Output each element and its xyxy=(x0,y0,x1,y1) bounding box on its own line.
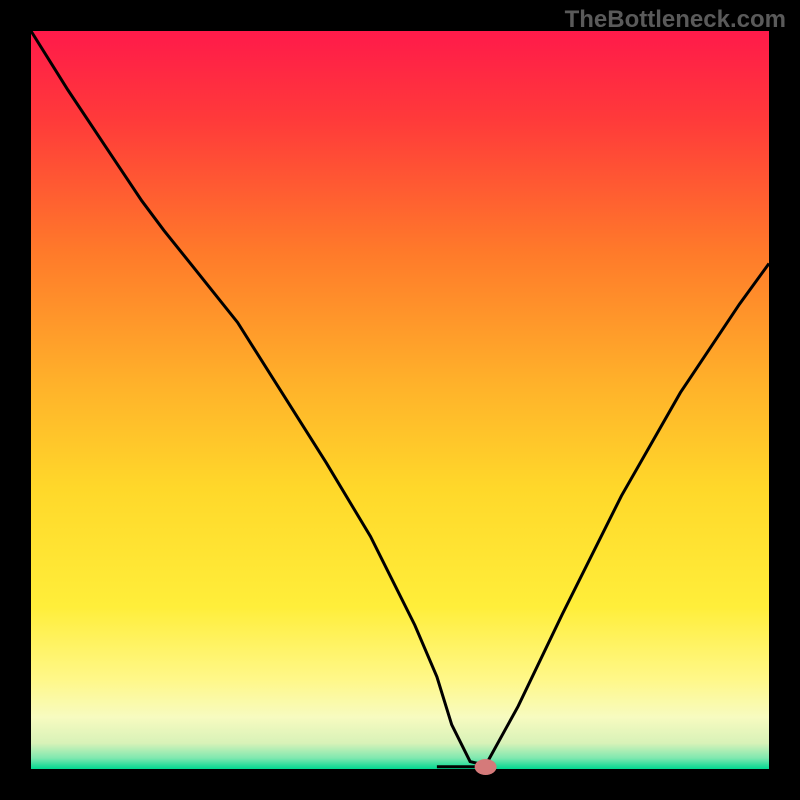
plot-background xyxy=(31,31,769,769)
bottleneck-chart: TheBottleneck.com xyxy=(0,0,800,800)
watermark-text: TheBottleneck.com xyxy=(565,6,786,34)
optimal-point-marker xyxy=(475,759,497,775)
chart-svg xyxy=(0,0,800,800)
